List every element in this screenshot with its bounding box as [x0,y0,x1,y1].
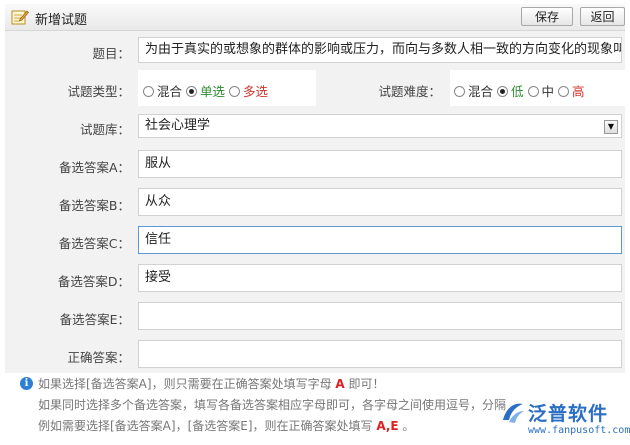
answer-label: 备选答案D： [57,274,130,289]
difficulty-option-3[interactable]: 高 [558,84,585,99]
difficulty-option-0[interactable]: 混合 [454,84,493,99]
type-difficulty-row: 试题类型： 混合 单选 多选 试题难度： 混合 低 中 高 [5,69,625,107]
info-icon: i [20,377,33,390]
difficulty-label: 试题难度： [378,84,441,99]
type-option-label: 混合 [157,84,183,99]
correct-answer-row: 正确答案： [5,335,625,373]
back-button[interactable]: 返回 [580,7,625,26]
page-title: 新增试题 [35,13,88,28]
radio-button-icon[interactable] [143,86,154,97]
hint-line-1: 如果选择[备选答案A]，则只需要在正确答案处填写字母 A 即可！ [38,377,385,391]
answer-input-b[interactable]: 从众 [138,188,622,216]
radio-button-icon[interactable] [558,86,570,97]
answer-row-c: 备选答案C： 信任 [5,221,625,259]
radio-button-icon[interactable] [454,86,465,97]
question-input[interactable]: 为由于真实的或想象的群体的影响或压力，而向与多数人相一致的方向变化的现象叫 [138,37,622,63]
type-label: 试题类型： [67,84,130,99]
watermark-logo: 泛普软件 www.fanpusoft.com [500,399,630,441]
bank-row: 试题库： 社会心理学 ▼ [5,107,625,145]
type-radio-group: 混合 单选 多选 [143,81,272,100]
answer-input-e[interactable] [138,302,622,330]
hint-line-2: 如果同时选择多个备选答案，填写各备选答案相应字母即可，各字母之间使用逗号，分隔 [38,398,507,412]
answer-input-a[interactable]: 服从 [138,150,622,178]
difficulty-option-label: 低 [511,84,524,99]
type-option-1[interactable]: 单选 [186,84,225,99]
correct-answer-label: 正确答案： [67,350,130,365]
answer-label: 备选答案A： [58,160,130,175]
answer-label: 备选答案E： [59,312,130,327]
brand-logo-icon [503,403,524,423]
difficulty-option-label: 混合 [468,84,494,99]
chevron-down-icon[interactable]: ▼ [604,120,618,134]
difficulty-option-2[interactable]: 中 [527,84,555,99]
answer-row-b: 备选答案B： 从众 [5,183,625,221]
question-label: 题目： [92,46,130,61]
answer-label: 备选答案C： [58,236,130,251]
answer-row-d: 备选答案D： 接受 [5,259,625,297]
edit-note-icon [11,10,29,25]
bank-select[interactable]: 社会心理学 ▼ [138,114,622,138]
type-option-0[interactable]: 混合 [143,84,182,99]
difficulty-option-1[interactable]: 低 [497,84,524,99]
difficulty-option-label: 高 [572,84,585,99]
type-option-2[interactable]: 多选 [229,84,268,99]
answer-row-e: 备选答案E： [5,297,625,335]
bank-label: 试题库： [79,122,130,137]
answer-label: 备选答案B： [58,198,130,213]
answer-input-c[interactable]: 信任 [138,226,622,254]
answer-input-d[interactable]: 接受 [138,264,622,292]
difficulty-radio-group: 混合 低 中 高 [454,81,589,100]
correct-answer-input[interactable] [138,340,622,368]
radio-button-icon[interactable] [497,86,509,97]
radio-button-icon[interactable] [186,86,198,97]
hint-box: i 如果选择[备选答案A]，则只需要在正确答案处填写字母 A 即可！ 如果同时选… [20,374,506,437]
radio-button-icon[interactable] [229,86,241,97]
difficulty-option-label: 中 [541,84,555,99]
radio-button-icon[interactable] [527,86,539,97]
hint-line-3: 例如需要选择[备选答案A]，[备选答案E]，则在正确答案处填写 A,E 。 [38,419,415,433]
save-button[interactable]: 保存 [521,7,573,26]
question-row: 题目： 为由于真实的或想象的群体的影响或压力，而向与多数人相一致的方向变化的现象… [5,31,625,69]
type-option-label: 单选 [200,84,226,99]
brand-url: www.fanpusoft.com [528,425,630,436]
answer-row-a: 备选答案A： 服从 [5,145,625,183]
type-option-label: 多选 [243,84,269,99]
bank-selected-value: 社会心理学 [145,118,211,133]
title-bar: 新增试题 保存 返回 [5,4,625,31]
brand-name: 泛普软件 [528,403,609,425]
